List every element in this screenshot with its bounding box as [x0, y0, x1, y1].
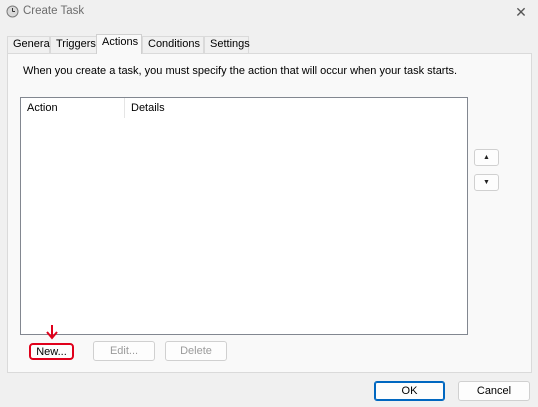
- move-up-button[interactable]: ▲: [474, 149, 499, 166]
- ok-button[interactable]: OK: [374, 381, 445, 401]
- tab-triggers[interactable]: Triggers: [50, 36, 98, 53]
- arrow-down-icon: ▼: [483, 179, 490, 186]
- actions-panel: When you create a task, you must specify…: [7, 53, 532, 373]
- column-header-action[interactable]: Action: [21, 98, 125, 118]
- list-header: Action Details: [21, 98, 467, 118]
- title-bar: Create Task ✕: [0, 0, 538, 24]
- actions-list[interactable]: Action Details: [20, 97, 468, 335]
- cancel-button[interactable]: Cancel: [458, 381, 530, 401]
- close-button[interactable]: ✕: [504, 0, 538, 24]
- window-title: Create Task: [23, 5, 85, 17]
- task-scheduler-icon: [6, 5, 19, 18]
- new-button[interactable]: New...: [29, 343, 74, 360]
- move-down-button[interactable]: ▼: [474, 174, 499, 191]
- annotation-arrow-icon: [46, 325, 58, 340]
- close-icon: ✕: [515, 3, 527, 20]
- delete-button[interactable]: Delete: [165, 341, 227, 361]
- tab-general[interactable]: General: [7, 36, 52, 53]
- instruction-text: When you create a task, you must specify…: [23, 65, 458, 77]
- tab-settings[interactable]: Settings: [204, 36, 250, 53]
- arrow-up-icon: ▲: [483, 154, 490, 161]
- tab-conditions[interactable]: Conditions: [142, 36, 204, 53]
- tab-actions[interactable]: Actions: [96, 34, 142, 54]
- edit-button[interactable]: Edit...: [93, 341, 155, 361]
- column-header-details[interactable]: Details: [125, 98, 245, 118]
